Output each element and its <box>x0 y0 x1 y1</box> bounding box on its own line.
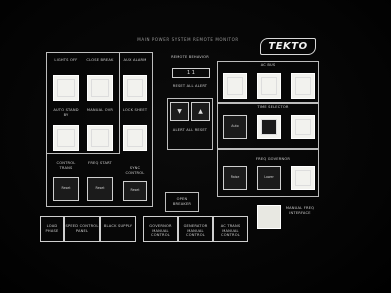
generator-manual-control-button[interactable]: GENERATOR MANUAL CONTROL <box>178 216 213 242</box>
time-selector-auto-button[interactable]: Auto <box>223 115 247 139</box>
auto-standby-button[interactable] <box>53 125 79 151</box>
freq-lower-button[interactable]: Lower <box>257 166 281 190</box>
speed-control-panel-button[interactable]: SPEED CONTROL PANEL <box>64 216 100 242</box>
button-text: Reset <box>61 185 71 190</box>
button-face <box>295 119 311 135</box>
arrow-up-icon: ▲ <box>198 108 203 115</box>
governor-manual-control-button[interactable]: GOVERNOR MANUAL CONTROL <box>143 216 178 242</box>
button-face <box>91 129 109 147</box>
aux-alarm-button[interactable] <box>123 75 147 101</box>
remote-behavior-label: REMOTE BEHAVIOR <box>171 55 209 59</box>
alert-all-reset-label: ALERT ALL RESET <box>172 128 208 132</box>
btn-label-control-trans: CONTROL TRANS <box>56 161 76 170</box>
button-face <box>261 119 277 135</box>
brand-logo: TEKTO <box>260 38 316 55</box>
button-text: Raise <box>230 174 240 179</box>
button-face <box>295 77 311 95</box>
arrow-up-button[interactable]: ▲ <box>191 102 210 121</box>
freq-governor-key-3[interactable] <box>291 166 315 190</box>
lock-sheet-button[interactable] <box>123 125 147 151</box>
black-supply-button[interactable]: BLACK SUPPLY <box>100 216 136 242</box>
btn-label-lock-sheet: LOCK SHEET <box>122 108 148 112</box>
generator-manual-control-label: GENERATOR MANUAL CONTROL <box>183 224 208 238</box>
lights-off-button[interactable] <box>53 75 79 101</box>
reset-all-alert-label: RESET ALL ALERT <box>172 84 208 88</box>
ac-bus-title: AC BUS <box>260 63 276 67</box>
button-text: Reset <box>130 188 140 193</box>
control-screen: MAIN POWER SYSTEM REMOTE MONITOR TEKTO L… <box>0 0 391 293</box>
arrow-down-button[interactable]: ▼ <box>170 102 189 121</box>
time-selector-key-3[interactable] <box>291 115 315 139</box>
time-selector-key-2[interactable] <box>257 115 281 139</box>
button-face <box>295 170 311 186</box>
ac-trans-manual-control-label: AC TRANS MANUAL CONTROL <box>220 224 241 238</box>
ac-bus-key-3[interactable] <box>291 73 315 99</box>
remote-behavior-display: 1 1 <box>172 68 210 78</box>
button-face <box>91 79 109 97</box>
btn-label-sync-control: SYNC CONTROL <box>125 166 145 175</box>
button-text: Lower <box>264 174 274 179</box>
load-phase-label: LOAD PHASE <box>45 224 59 233</box>
button-face <box>227 77 243 95</box>
close-break-button[interactable] <box>87 75 113 101</box>
freq-start-button[interactable]: Reset <box>87 177 113 201</box>
sync-control-button[interactable]: Reset <box>123 181 147 201</box>
control-trans-button[interactable]: Reset <box>53 177 79 201</box>
button-face <box>127 79 143 97</box>
btn-label-lights-off: LIGHTS OFF <box>54 58 78 62</box>
button-face <box>261 77 277 95</box>
time-selector-title: TIME SELECTOR <box>257 105 289 109</box>
button-face <box>127 129 143 147</box>
button-face <box>57 79 75 97</box>
ac-bus-key-2[interactable] <box>257 73 281 99</box>
open-breaker-label: OPEN BREAKER <box>172 197 192 206</box>
manual-freq-interface-label: MANUAL FREQ INTERFACE <box>285 206 315 215</box>
btn-label-manual-ovr: MANUAL OVR <box>86 108 114 112</box>
manual-freq-interface-button[interactable] <box>257 205 281 229</box>
page-title: MAIN POWER SYSTEM REMOTE MONITOR <box>137 37 239 42</box>
freq-raise-button[interactable]: Raise <box>223 166 247 190</box>
freq-governor-title: FREQ GOVERNOR <box>255 157 291 161</box>
load-phase-button[interactable]: LOAD PHASE <box>40 216 64 242</box>
ac-trans-manual-control-button[interactable]: AC TRANS MANUAL CONTROL <box>213 216 248 242</box>
button-face <box>57 129 75 147</box>
governor-manual-control-label: GOVERNOR MANUAL CONTROL <box>149 224 172 238</box>
btn-label-aux-alarm: AUX ALARM <box>123 58 147 62</box>
ac-bus-key-1[interactable] <box>223 73 247 99</box>
btn-label-close-break: CLOSE BREAK <box>86 58 114 62</box>
button-text: Reset <box>95 185 105 190</box>
arrow-down-icon: ▼ <box>177 108 182 115</box>
button-text: Auto <box>231 123 239 128</box>
manual-ovr-button[interactable] <box>87 125 113 151</box>
btn-label-auto-standby: AUTO STAND BY <box>53 108 79 117</box>
black-supply-label: BLACK SUPPLY <box>103 224 133 228</box>
speed-control-panel-label: SPEED CONTROL PANEL <box>65 224 99 233</box>
btn-label-freq-start: FREQ START <box>88 161 112 165</box>
